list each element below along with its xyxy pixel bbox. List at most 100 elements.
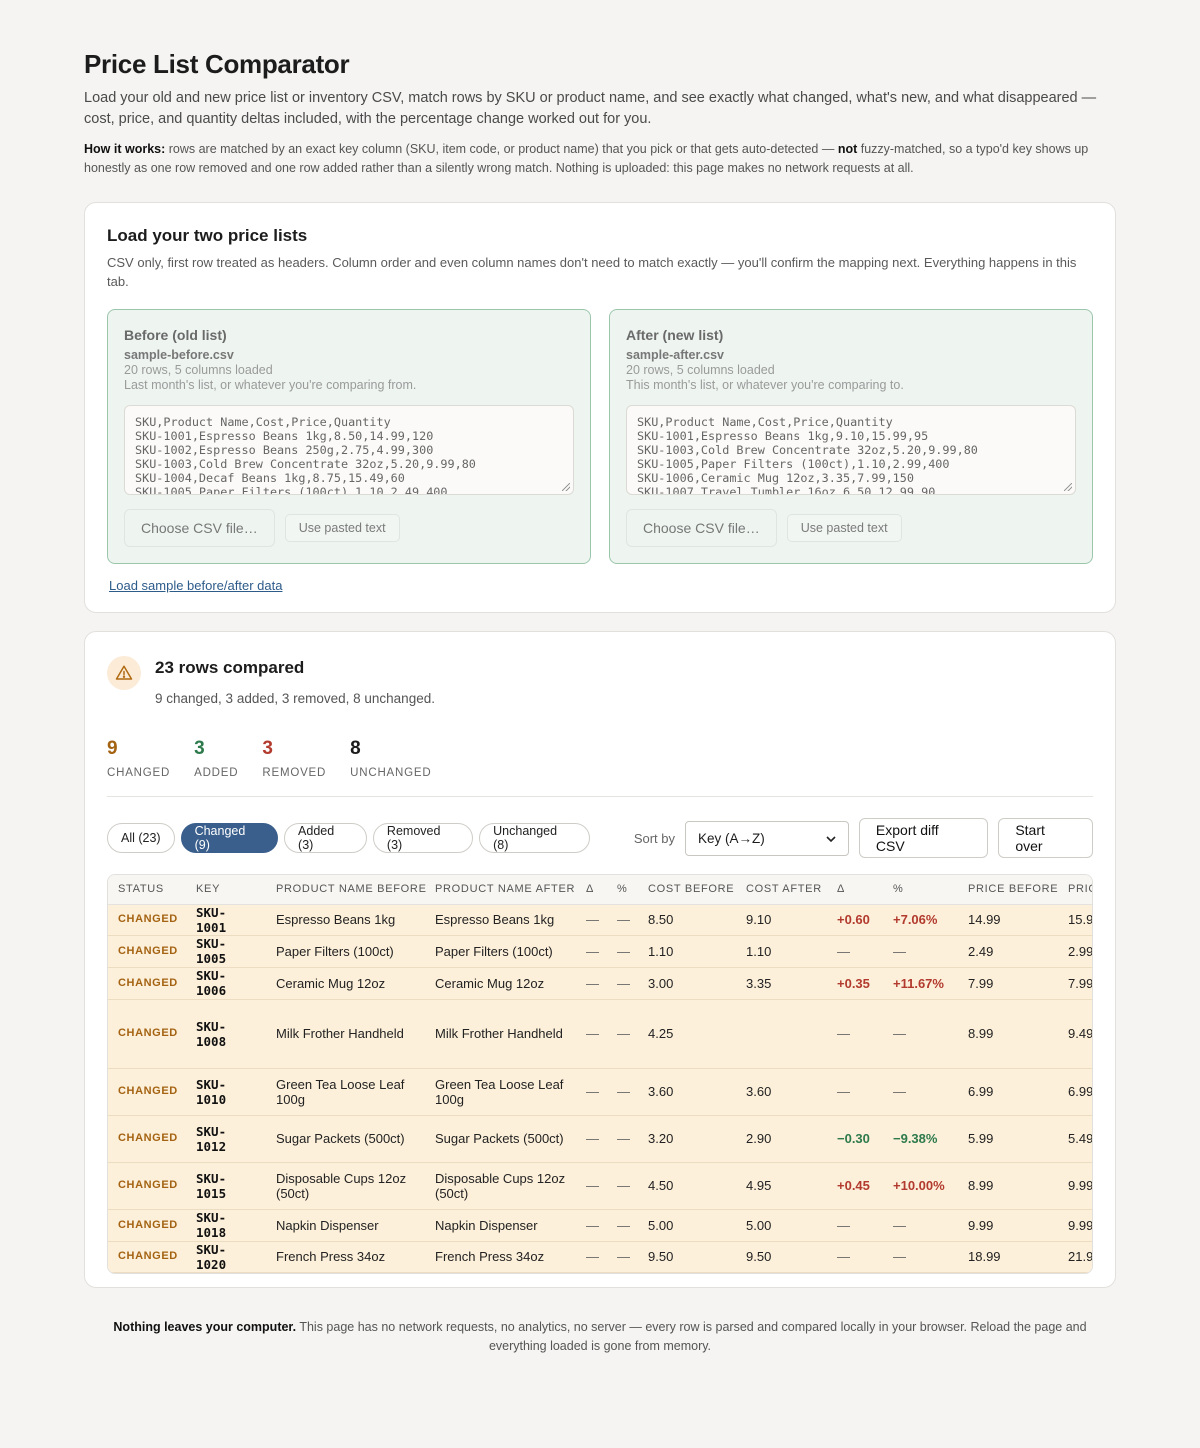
before-title: Before (old list): [124, 327, 227, 343]
after-meta: 20 rows, 5 columns loaded: [626, 363, 775, 377]
name-delta-cell: —: [576, 1162, 607, 1210]
cost-after-cell: 3.35: [736, 967, 827, 1000]
col-header-cost-after[interactable]: COST AFTER: [736, 875, 827, 905]
table-row[interactable]: CHANGED SKU-1020 French Press 34oz French P…: [108, 1241, 1092, 1273]
before-csv-textarea[interactable]: SKU,Product Name,Cost,Price,Quantity SKU…: [124, 405, 574, 495]
cost-pct-cell: −9.38%: [883, 1115, 958, 1163]
load-subtitle: CSV only, first row treated as headers. …: [107, 255, 1077, 289]
name-after-cell: Napkin Dispenser: [425, 1209, 576, 1242]
name-delta-cell: —: [576, 1241, 607, 1273]
price-before-cell: 8.99: [958, 999, 1058, 1069]
diff-table-container[interactable]: STATUS KEY PRODUCT NAME BEFORE PRODUCT NAME…: [107, 874, 1093, 1274]
sort-label: Sort by: [633, 830, 675, 846]
col-header-status[interactable]: STATUS: [108, 875, 186, 905]
table-row[interactable]: CHANGED SKU-1005 Paper Filters (100ct) Pape…: [108, 935, 1092, 968]
name-pct-cell: —: [607, 1068, 638, 1116]
stats-row: 9 CHANGED 3 ADDED 3 REMOVED 8 UNCHANGED: [107, 738, 1093, 797]
sort-select[interactable]: Key (A→Z): [684, 820, 849, 856]
resize-grip-icon[interactable]: [1064, 483, 1072, 491]
cost-delta-cell: +0.35: [827, 967, 883, 1000]
summary-subtitle: 9 changed, 3 added, 3 removed, 8 unchang…: [155, 691, 435, 706]
footer-bold: Nothing leaves your computer.: [113, 1320, 297, 1334]
col-header-price-before[interactable]: PRICE BEFORE: [958, 875, 1058, 905]
cost-before-cell: 5.00: [638, 1209, 736, 1242]
cost-pct-cell: —: [883, 1068, 958, 1116]
after-use-pasted-button[interactable]: Use pasted text: [786, 514, 902, 542]
cost-after-cell: 4.95: [736, 1162, 827, 1210]
price-after-cell: 15.99: [1058, 904, 1092, 936]
warning-icon: [107, 656, 141, 690]
status-cell: CHANGED: [108, 1115, 186, 1163]
cost-before-cell: 3.60: [638, 1068, 736, 1116]
after-csv-textarea[interactable]: SKU,Product Name,Cost,Price,Quantity SKU…: [626, 405, 1076, 495]
col-header-name-delta[interactable]: Δ: [576, 875, 607, 905]
cost-pct-cell: +7.06%: [883, 904, 958, 936]
filter-removed[interactable]: Removed (3): [372, 823, 474, 853]
col-header-cost-pct[interactable]: %: [883, 875, 958, 905]
key-cell: SKU-1010: [186, 1068, 266, 1116]
name-pct-cell: —: [607, 935, 638, 968]
col-header-name-pct[interactable]: %: [607, 875, 638, 905]
page-lead: Load your old and new price list or inve…: [84, 90, 1097, 127]
name-before-cell: Napkin Dispenser: [266, 1209, 425, 1242]
after-pane[interactable]: After (new list) sample-after.csv 20 row…: [609, 309, 1093, 564]
before-pane[interactable]: Before (old list) sample-before.csv 20 r…: [107, 309, 591, 564]
name-after-cell: Disposable Cups 12oz (50ct): [425, 1162, 576, 1210]
price-before-cell: 18.99: [958, 1241, 1058, 1273]
stat-value: 3: [262, 738, 273, 759]
col-header-cost-before[interactable]: COST BEFORE: [638, 875, 736, 905]
table-row[interactable]: CHANGED SKU-1006 Ceramic Mug 12oz Ceramic M…: [108, 967, 1092, 1000]
how-it-works: How it works: rows are matched by an exa…: [84, 140, 1116, 178]
table-row[interactable]: CHANGED SKU-1018 Napkin Dispenser Napkin Di…: [108, 1209, 1092, 1242]
name-pct-cell: —: [607, 1209, 638, 1242]
cost-delta-cell: +0.45: [827, 1162, 883, 1210]
key-cell: SKU-1001: [186, 904, 266, 936]
col-header-name-before[interactable]: PRODUCT NAME BEFORE: [266, 875, 426, 905]
table-row[interactable]: CHANGED SKU-1001 Espresso Beans 1kg Espress…: [108, 904, 1092, 936]
price-after-cell: 9.99: [1058, 1162, 1092, 1210]
name-before-cell: Espresso Beans 1kg: [266, 904, 425, 936]
table-row[interactable]: CHANGED SKU-1008 Milk Frother Handheld Milk…: [108, 999, 1092, 1069]
after-title: After (new list): [626, 327, 724, 343]
table-row[interactable]: CHANGED SKU-1010 Green Tea Loose Leaf 100g…: [108, 1068, 1092, 1116]
name-delta-cell: —: [576, 935, 607, 968]
load-sample-link[interactable]: Load sample before/after data: [109, 578, 282, 593]
before-file-name: sample-before.csv: [124, 348, 234, 362]
col-header-name-after[interactable]: PRODUCT NAME AFTER: [425, 875, 576, 905]
name-before-cell: Disposable Cups 12oz (50ct): [266, 1162, 425, 1210]
cost-before-cell: 4.50: [638, 1162, 736, 1210]
price-after-cell: 9.49: [1058, 999, 1092, 1069]
col-header-key[interactable]: KEY: [186, 875, 266, 905]
filter-changed[interactable]: Changed (9): [180, 823, 279, 853]
stat-label: ADDED: [194, 767, 239, 779]
start-over-button[interactable]: Start over: [998, 818, 1093, 858]
table-header-row: STATUS KEY PRODUCT NAME BEFORE PRODUCT NAME…: [108, 875, 1092, 905]
table-row[interactable]: CHANGED SKU-1015 Disposable Cups 12oz (50c…: [108, 1162, 1092, 1210]
summary-header: 23 rows compared 9 changed, 3 added, 3 r…: [107, 654, 1093, 708]
load-panes: Before (old list) sample-before.csv 20 r…: [107, 309, 1093, 564]
after-hint: This month's list, or whatever you're co…: [626, 378, 904, 392]
col-header-price-after[interactable]: PRICE AFTER: [1058, 875, 1092, 905]
sort-value: Key (A→Z): [697, 830, 765, 846]
before-use-pasted-button[interactable]: Use pasted text: [284, 514, 400, 542]
status-cell: CHANGED: [108, 1162, 186, 1210]
export-diff-button[interactable]: Export diff CSV: [858, 818, 989, 858]
price-before-cell: 14.99: [958, 904, 1058, 936]
name-before-cell: French Press 34oz: [266, 1241, 425, 1273]
filter-all[interactable]: All (23): [107, 823, 175, 853]
table-row[interactable]: CHANGED SKU-1012 Sugar Packets (500ct) Suga…: [108, 1115, 1092, 1163]
filter-added[interactable]: Added (3): [284, 823, 367, 853]
cost-delta-cell: —: [827, 1209, 883, 1242]
status-cell: CHANGED: [108, 967, 186, 1000]
cost-pct-cell: +11.67%: [883, 967, 958, 1000]
price-before-cell: 9.99: [958, 1209, 1058, 1242]
filter-unchanged[interactable]: Unchanged (8): [479, 823, 590, 853]
resize-grip-icon[interactable]: [562, 483, 570, 491]
before-choose-file-button[interactable]: Choose CSV file…: [124, 509, 275, 547]
cost-delta-cell: —: [827, 935, 883, 968]
after-choose-file-button[interactable]: Choose CSV file…: [626, 509, 777, 547]
price-before-cell: 6.99: [958, 1068, 1058, 1116]
price-before-cell: 5.99: [958, 1115, 1058, 1163]
col-header-cost-delta[interactable]: Δ: [827, 875, 883, 905]
cost-before-cell: 8.50: [638, 904, 736, 936]
